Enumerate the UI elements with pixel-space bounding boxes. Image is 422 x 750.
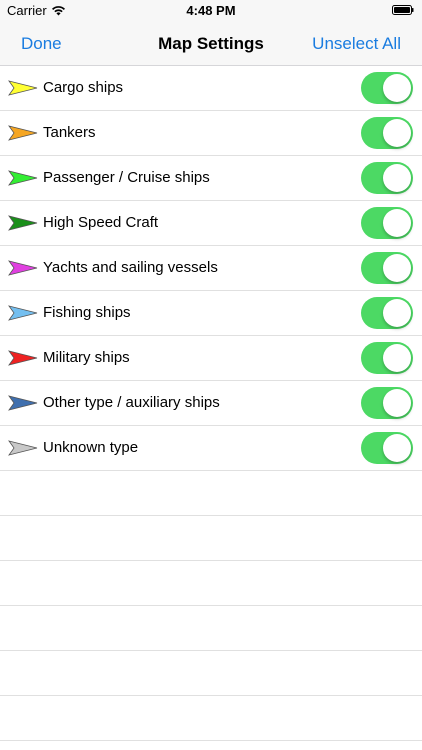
ship-type-row-other: Other type / auxiliary ships <box>0 381 422 426</box>
ship-type-label: Fishing ships <box>43 304 131 321</box>
tankers-toggle[interactable] <box>361 117 413 149</box>
ship-type-label: Passenger / Cruise ships <box>43 169 210 186</box>
ship-type-label: Tankers <box>43 124 96 141</box>
toggle-knob <box>383 299 411 327</box>
battery-icon <box>392 5 414 15</box>
ship-type-label: Cargo ships <box>43 79 124 96</box>
ship-type-row-cargo: Cargo ships <box>0 66 422 111</box>
yacht-flag-icon <box>8 260 38 276</box>
unselect-all-button[interactable]: Unselect All <box>312 22 401 66</box>
high-speed-toggle[interactable] <box>361 207 413 239</box>
empty-list-row <box>0 606 422 651</box>
unknown-flag-icon <box>8 440 38 456</box>
toggle-knob <box>383 344 411 372</box>
yachts-toggle[interactable] <box>361 252 413 284</box>
empty-list-row <box>0 651 422 696</box>
navigation-bar: Done Map Settings Unselect All <box>0 22 422 66</box>
cargo-toggle[interactable] <box>361 72 413 104</box>
ship-type-label: Military ships <box>43 349 130 366</box>
fishing-flag-icon <box>8 305 38 321</box>
toggle-knob <box>383 119 411 147</box>
ship-type-row-high-speed: High Speed Craft <box>0 201 422 246</box>
empty-list-row <box>0 516 422 561</box>
cargo-flag-icon <box>8 80 38 96</box>
unknown-toggle[interactable] <box>361 432 413 464</box>
empty-list-row <box>0 696 422 741</box>
fishing-toggle[interactable] <box>361 297 413 329</box>
toggle-knob <box>383 209 411 237</box>
other-flag-icon <box>8 395 38 411</box>
military-flag-icon <box>8 350 38 366</box>
ship-type-label: Yachts and sailing vessels <box>43 259 218 276</box>
toggle-knob <box>383 74 411 102</box>
ship-type-row-tankers: Tankers <box>0 111 422 156</box>
military-toggle[interactable] <box>361 342 413 374</box>
passenger-flag-icon <box>8 170 38 186</box>
toggle-knob <box>383 434 411 462</box>
toggle-knob <box>383 254 411 282</box>
ship-type-list: Cargo ships Tankers Passenger / Cruise s… <box>0 66 422 741</box>
other-toggle[interactable] <box>361 387 413 419</box>
ship-type-label: Other type / auxiliary ships <box>43 394 220 411</box>
toggle-knob <box>383 164 411 192</box>
tanker-flag-icon <box>8 125 38 141</box>
ship-type-row-unknown: Unknown type <box>0 426 422 471</box>
ship-type-label: High Speed Craft <box>43 214 159 231</box>
toggle-knob <box>383 389 411 417</box>
ship-type-row-fishing: Fishing ships <box>0 291 422 336</box>
ship-type-row-yachts: Yachts and sailing vessels <box>0 246 422 291</box>
ship-type-row-military: Military ships <box>0 336 422 381</box>
empty-list-row <box>0 471 422 516</box>
high-speed-flag-icon <box>8 215 38 231</box>
passenger-toggle[interactable] <box>361 162 413 194</box>
ship-type-row-passenger: Passenger / Cruise ships <box>0 156 422 201</box>
status-time: 4:48 PM <box>186 3 236 18</box>
ship-type-label: Unknown type <box>43 439 139 456</box>
empty-list-row <box>0 561 422 606</box>
status-bar: Carrier 4:48 PM <box>0 0 422 22</box>
